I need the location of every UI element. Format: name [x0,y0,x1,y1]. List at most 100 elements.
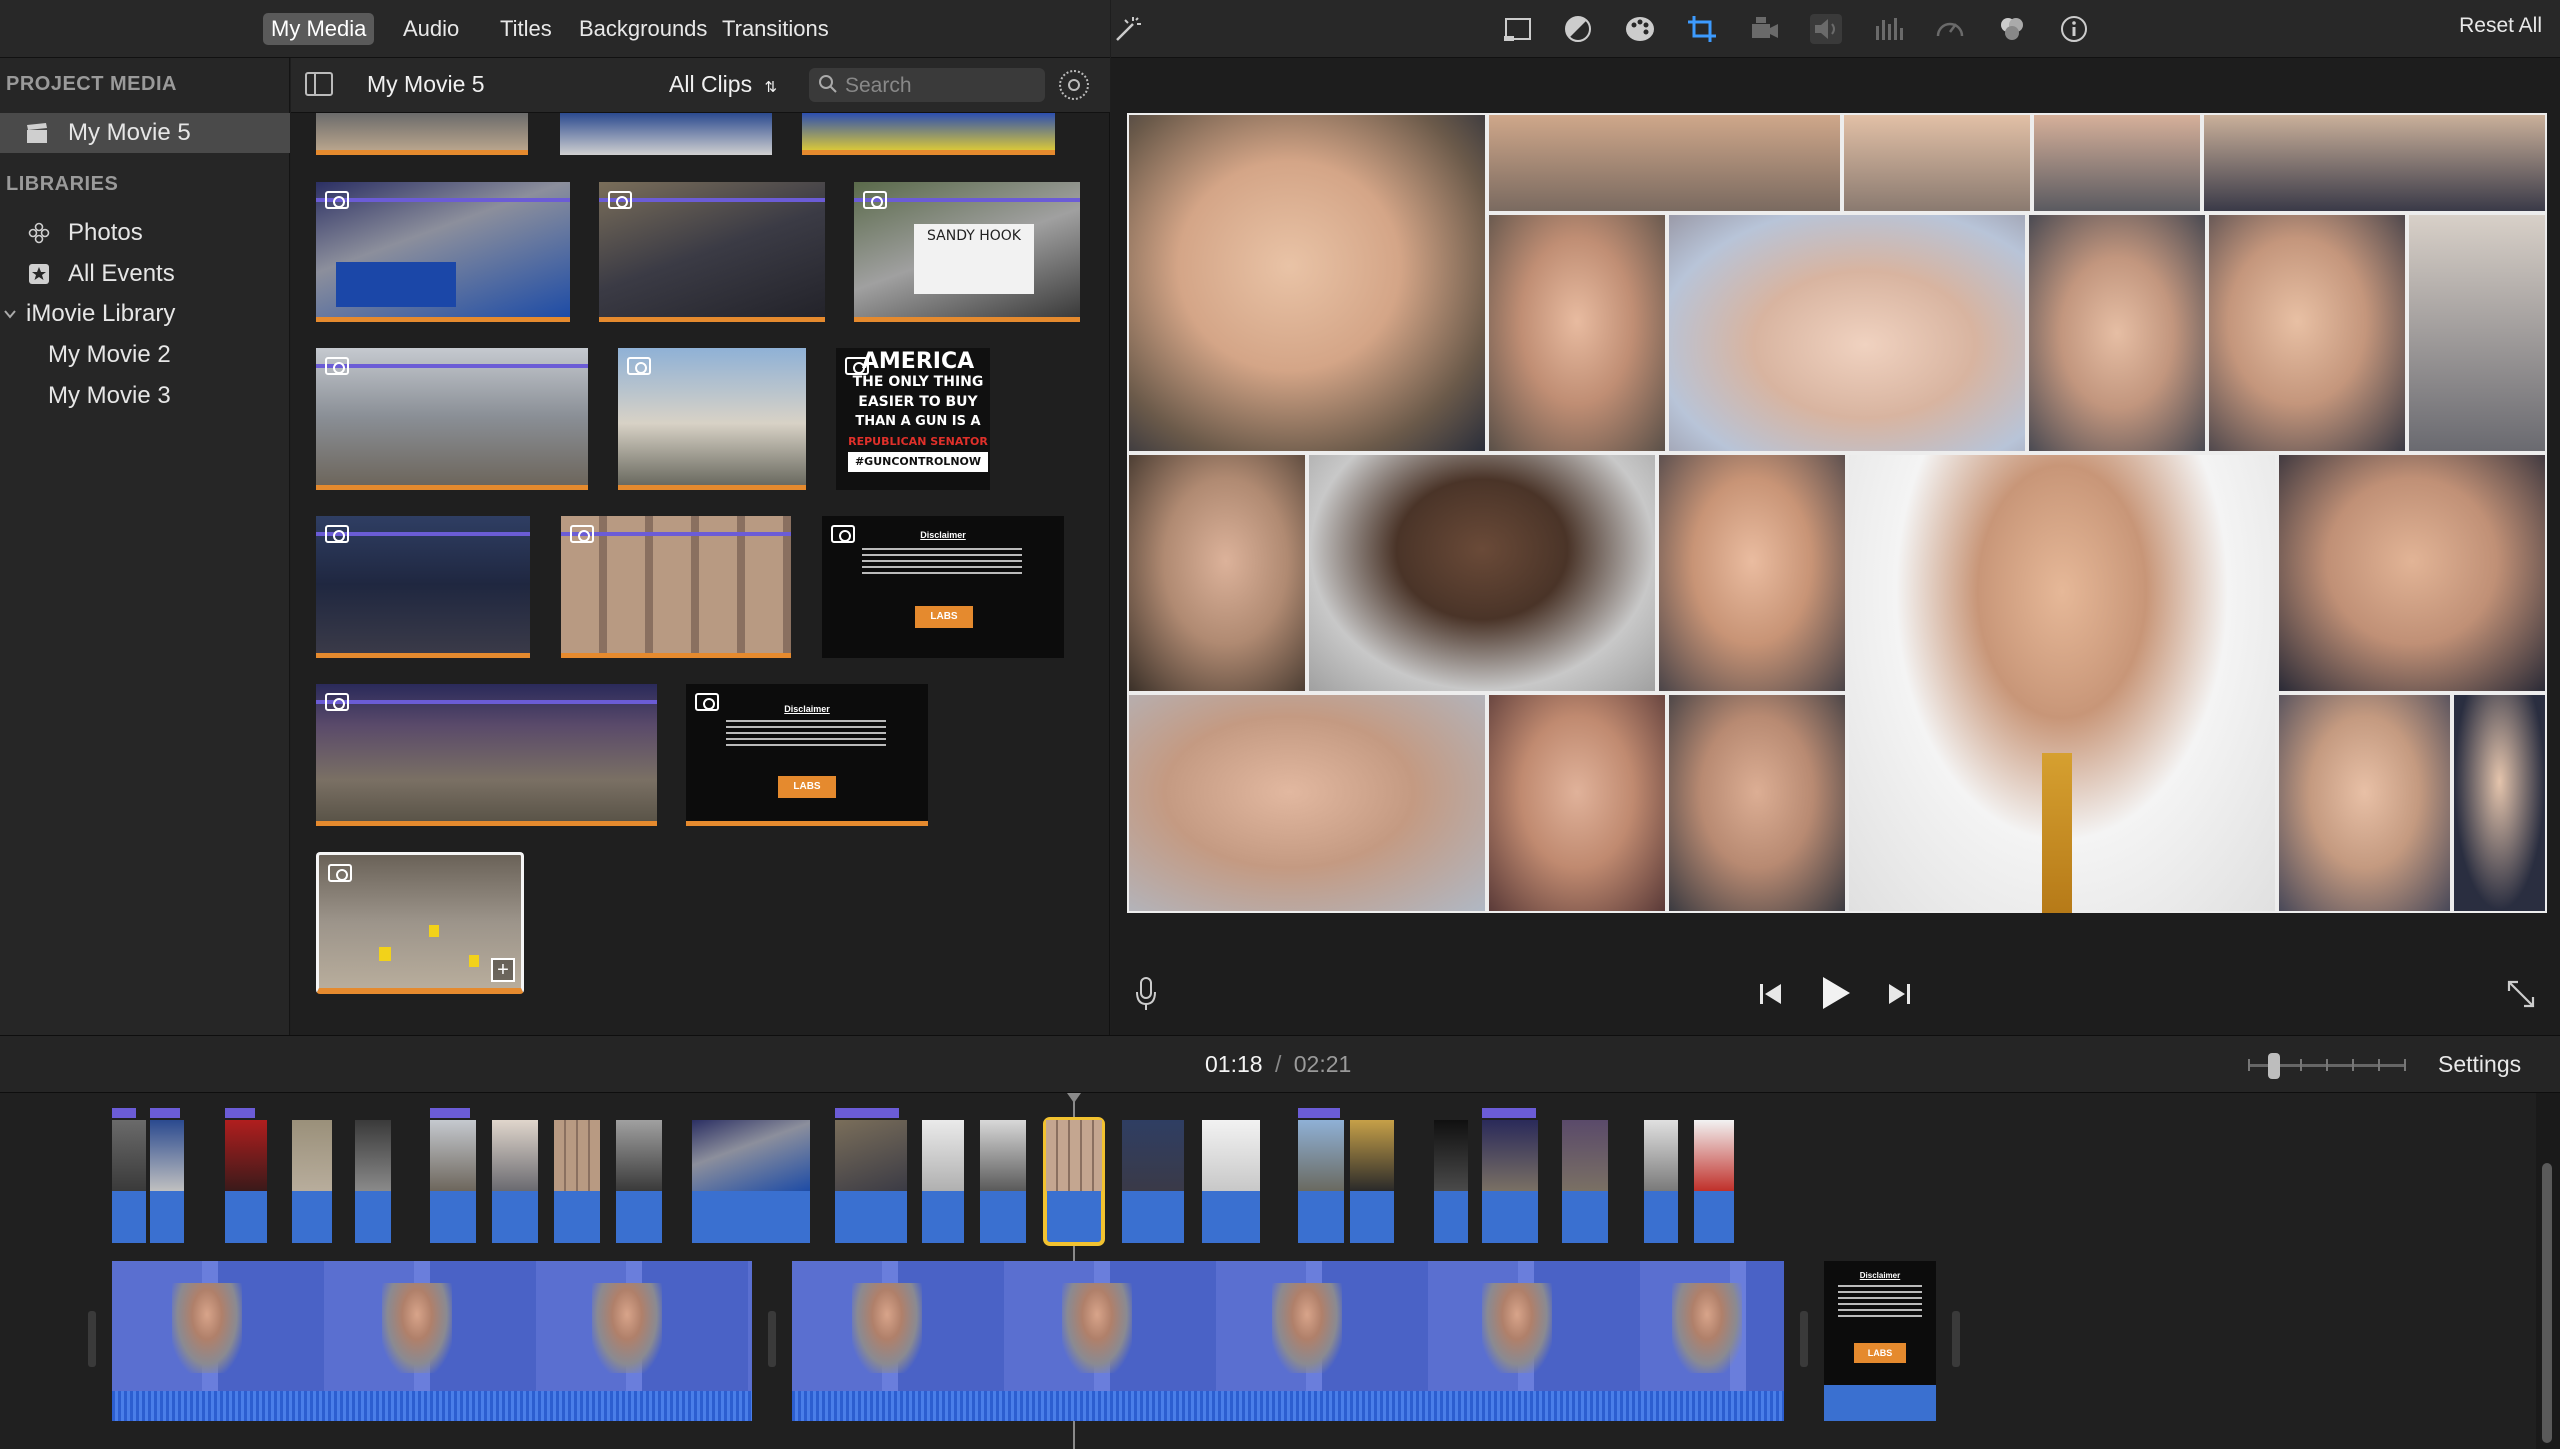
reset-all-button[interactable]: Reset All [2459,14,2542,38]
media-thumbnail[interactable] [802,113,1055,155]
cutaway-clip[interactable] [1202,1120,1260,1243]
media-thumbnail[interactable]: SANDY HOOK [854,182,1080,322]
media-thumbnail[interactable]: Disclaimer LABS [822,516,1064,658]
media-browser-tabbar: My Media Audio Titles Backgrounds Transi… [0,0,1110,58]
sidebar-item-my-movie-2[interactable]: My Movie 2 [0,335,290,375]
media-thumbnail[interactable]: Disclaimer LABS [686,684,928,826]
microphone-icon[interactable] [1133,976,1159,1017]
cutaway-clip-selected[interactable] [1043,1117,1105,1246]
gear-icon[interactable] [1059,70,1089,100]
color-balance-icon[interactable] [1562,14,1594,44]
sidebar-item-imovie-library[interactable]: iMovie Library [0,294,290,334]
skip-forward-icon[interactable] [1885,980,1913,1013]
speed-gauge-icon[interactable] [1934,14,1966,44]
cutaway-clip[interactable] [355,1120,391,1243]
timeline: Disclaimer LABS [0,1093,2560,1449]
cutaway-clip[interactable] [1694,1120,1734,1243]
cutaway-clip[interactable] [1562,1120,1608,1243]
color-palette-icon[interactable] [1624,14,1656,44]
timeline-scrollbar-thumb[interactable] [2542,1163,2552,1443]
media-thumbnail[interactable] [316,684,657,826]
cutaway-clip[interactable] [225,1108,267,1243]
tab-titles[interactable]: Titles [492,13,560,45]
cutaway-clip[interactable] [112,1108,146,1243]
tab-backgrounds[interactable]: Backgrounds [571,13,715,45]
stabilization-camera-icon[interactable] [1748,14,1780,44]
main-storyline-clip[interactable] [792,1261,1784,1421]
cutaway-clip[interactable] [554,1120,600,1243]
chevron-down-icon[interactable] [2,303,18,325]
disclaimer-clip[interactable]: Disclaimer LABS [1824,1261,1936,1421]
cutaway-clip[interactable] [1434,1120,1468,1243]
updown-chevron-icon: ⇅ [764,79,778,96]
sidebar-toggle-icon[interactable] [305,72,333,96]
cutaway-clip[interactable] [150,1108,184,1243]
cutaway-clip[interactable] [692,1120,810,1243]
timeline-settings-button[interactable]: Settings [2438,1051,2521,1078]
search-field[interactable]: Search [809,68,1045,102]
volume-icon[interactable] [1810,14,1842,44]
tab-my-media[interactable]: My Media [263,13,375,45]
photo-badge-icon [608,191,632,209]
cutaway-clip[interactable] [1350,1120,1394,1243]
zoom-slider[interactable] [2248,1053,2406,1079]
media-thumbnail[interactable] [316,516,530,658]
skip-back-icon[interactable] [1757,980,1785,1013]
media-thumbnail[interactable] [618,348,806,490]
media-thumbnail[interactable] [599,182,825,322]
info-icon[interactable] [2058,14,2090,44]
cutaway-clip[interactable] [492,1120,538,1243]
clip-trim-handle[interactable] [1952,1311,1960,1367]
sidebar-item-my-movie-5[interactable]: My Movie 5 [0,113,290,153]
fullscreen-icon[interactable] [2505,978,2537,1015]
cutaway-clip[interactable] [616,1120,662,1243]
sign-text: SANDY HOOK [914,224,1034,294]
viewer [1111,58,2560,1035]
clip-trim-handle[interactable] [88,1311,96,1367]
crop-icon[interactable] [1686,14,1718,44]
photo-badge-icon [328,864,352,882]
media-browser: My Movie 5 All Clips ⇅ Search SANDY HOOK… [291,58,1110,1035]
sidebar-item-photos[interactable]: Photos [0,213,290,253]
media-thumbnail[interactable] [316,348,588,490]
clip-filter-dropdown[interactable]: All Clips ⇅ [669,71,777,98]
cutaway-clip[interactable] [1482,1108,1538,1243]
clip-trim-handle[interactable] [768,1311,776,1367]
media-thumbnail[interactable] [316,182,570,322]
photo-badge-icon [325,525,349,543]
magic-wand-icon[interactable] [1111,14,1143,44]
timecode: 01:18 / 02:21 [1205,1051,1351,1078]
media-thumbnail[interactable]: AMERICA THE ONLY THING EASIER TO BUY THA… [836,348,990,490]
media-thumbnail[interactable] [561,516,791,658]
cutaway-clip[interactable] [292,1120,332,1243]
libraries-sidebar: PROJECT MEDIA My Movie 5 LIBRARIES Photo… [0,58,290,1035]
sidebar-item-my-movie-3[interactable]: My Movie 3 [0,376,290,416]
sidebar-item-label: All Events [68,260,175,287]
search-input[interactable]: Search [845,74,912,98]
clip-trim-handle[interactable] [1800,1311,1808,1367]
equalizer-icon[interactable] [1872,14,1904,44]
media-thumbnail-selected[interactable]: + [316,852,524,994]
crop-frame-icon[interactable] [1501,14,1533,44]
cutaway-clip[interactable] [922,1120,964,1243]
cutaway-clip[interactable] [430,1108,476,1243]
photos-icon [28,222,50,244]
cutaway-clip[interactable] [1298,1108,1344,1243]
sidebar-item-all-events[interactable]: All Events [0,254,290,294]
cutaway-clip[interactable] [1122,1120,1184,1243]
tab-transitions[interactable]: Transitions [714,13,837,45]
cutaway-clip[interactable] [1644,1120,1678,1243]
disclaimer-title: Disclaimer [784,704,830,714]
add-to-timeline-icon[interactable]: + [491,958,515,982]
cutaway-clip[interactable] [980,1120,1026,1243]
zoom-slider-thumb[interactable] [2268,1053,2280,1079]
media-thumbnail[interactable] [560,113,772,155]
cutaway-clip[interactable] [835,1108,907,1243]
timeline-scrollbar[interactable] [2536,1093,2560,1449]
tab-audio[interactable]: Audio [395,13,467,45]
clip-filter-icon[interactable] [1996,14,2028,44]
viewer-toolbar: Reset All [1111,0,2560,58]
media-thumbnail[interactable] [316,113,528,155]
main-storyline-clip[interactable] [112,1261,752,1421]
play-icon[interactable] [1817,974,1853,1017]
